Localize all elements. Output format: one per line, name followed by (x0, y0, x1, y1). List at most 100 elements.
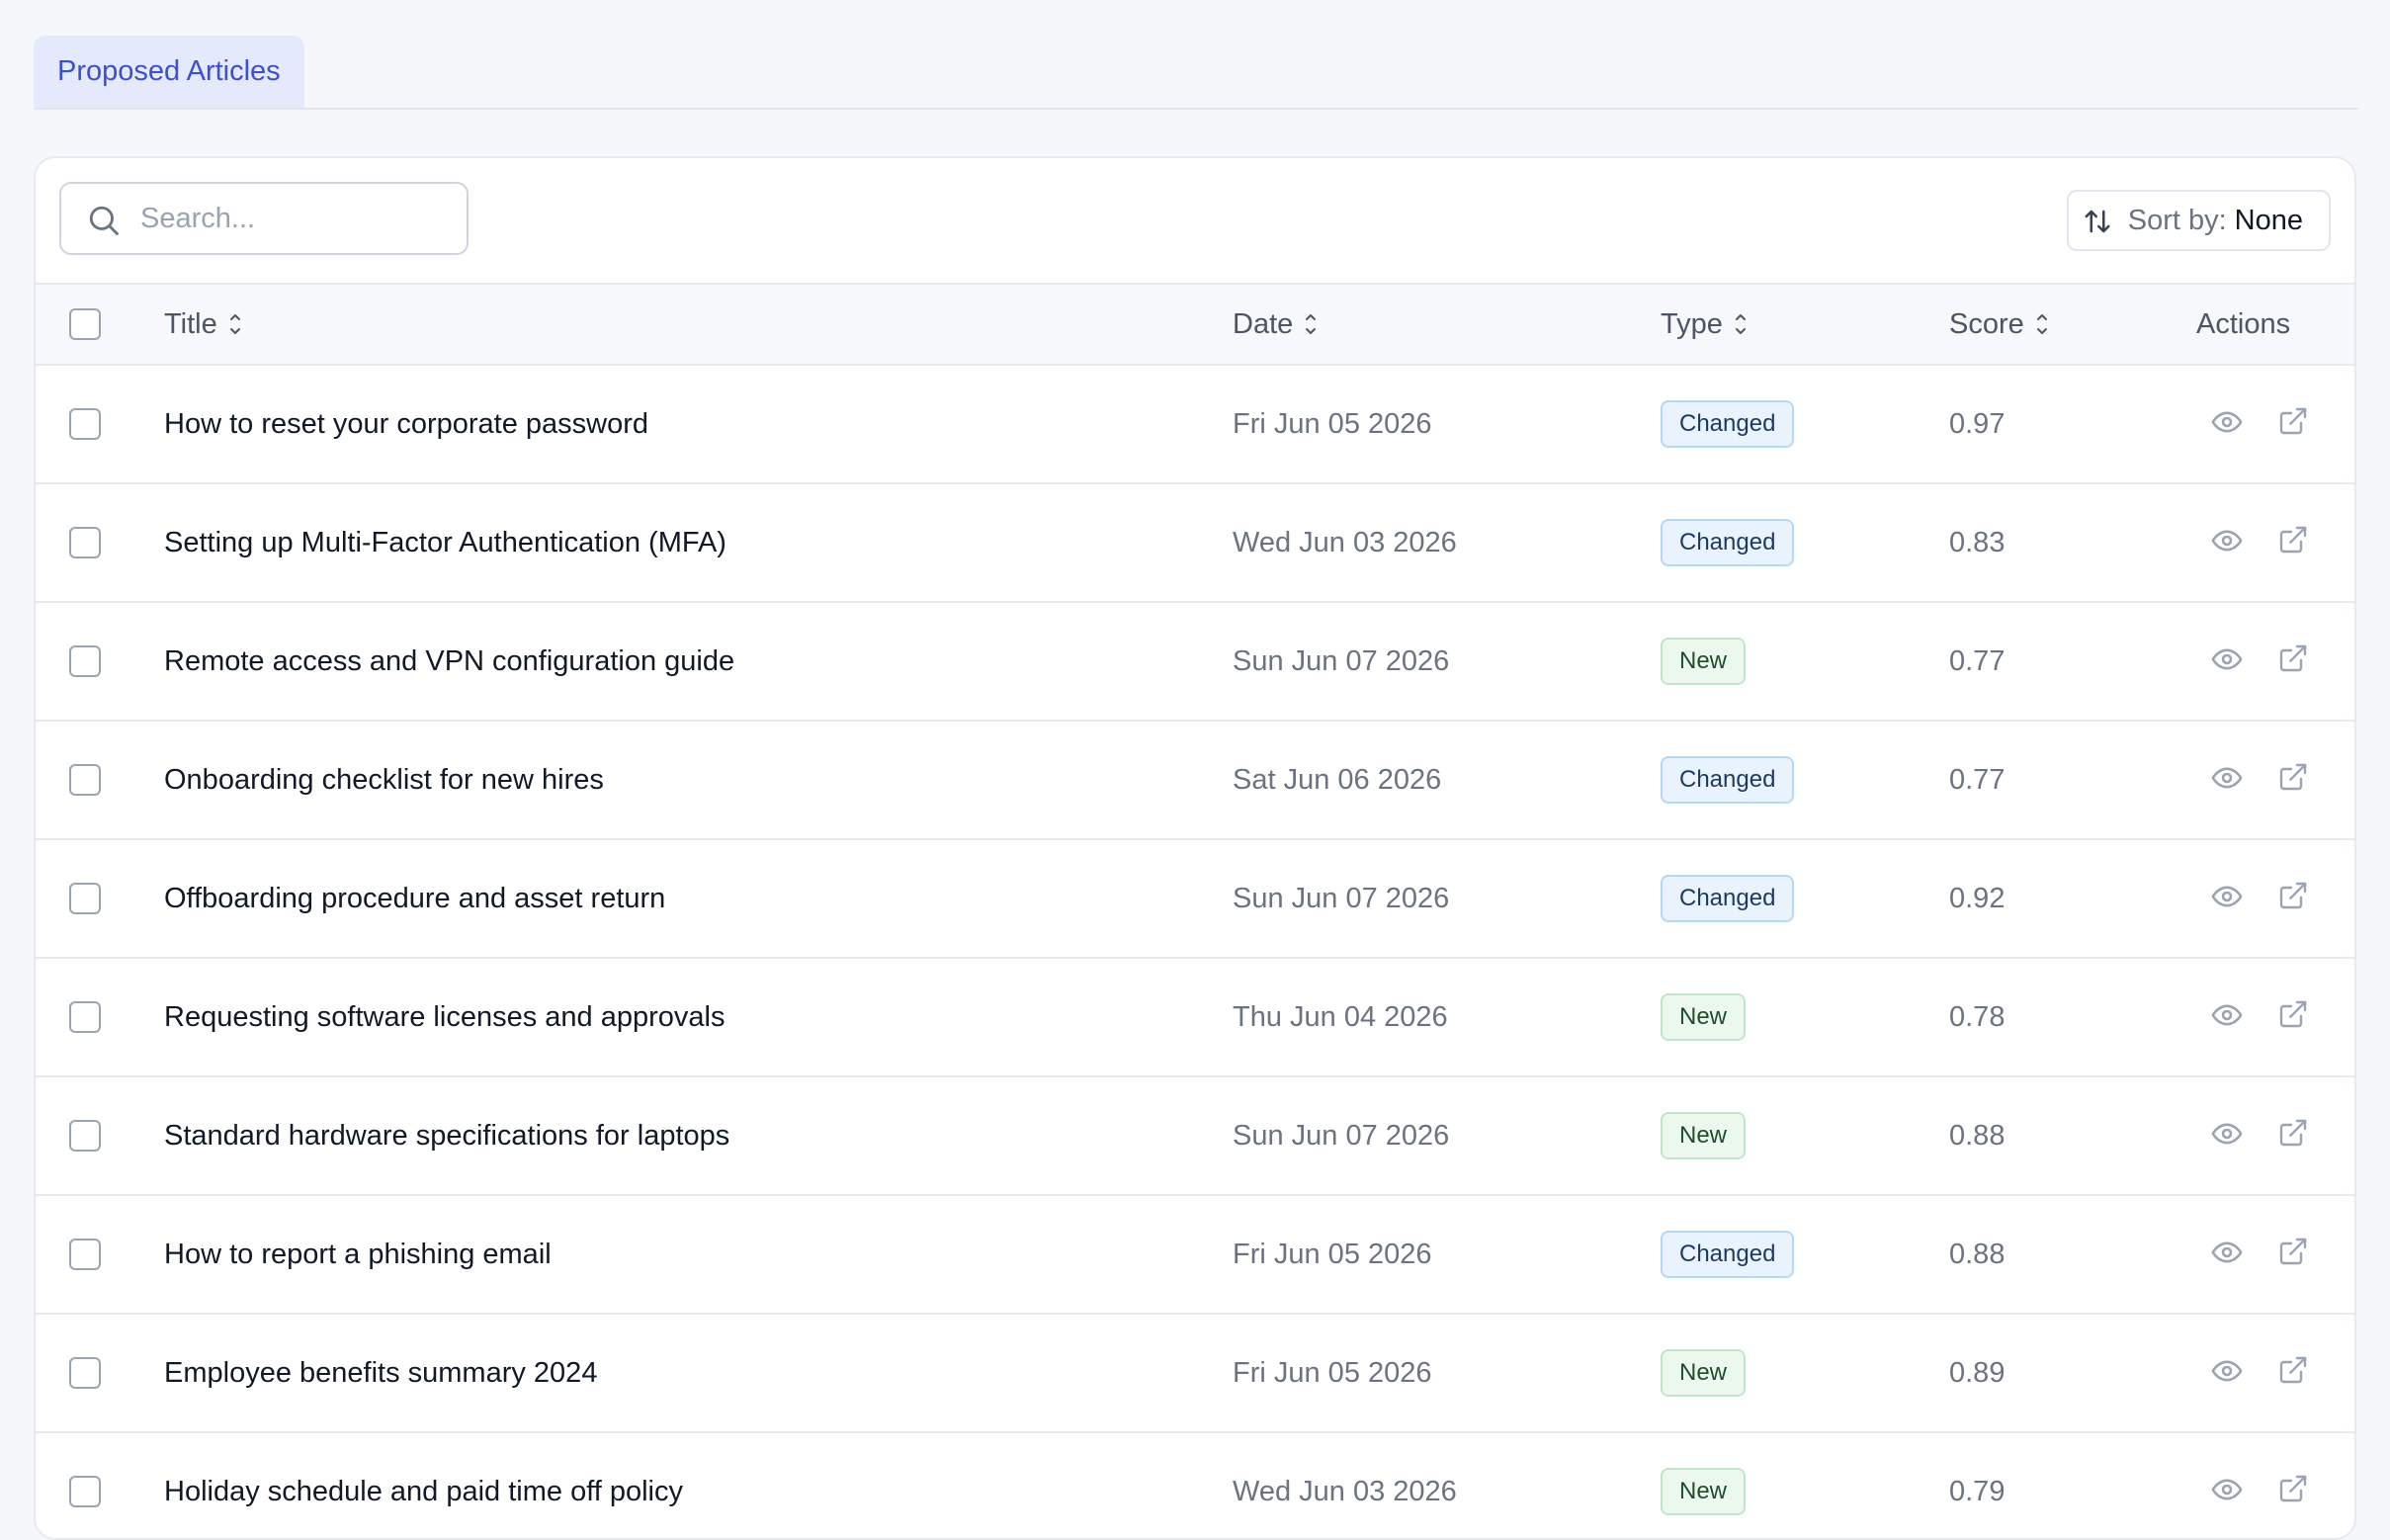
row-checkbox[interactable] (69, 764, 101, 796)
view-button[interactable] (2210, 524, 2244, 565)
article-title[interactable]: Remote access and VPN configuration guid… (164, 603, 734, 720)
article-title[interactable]: Onboarding checklist for new hires (164, 722, 604, 838)
view-button[interactable] (2210, 761, 2244, 803)
column-header-type[interactable]: Type (1661, 285, 1747, 364)
type-badge: New (1661, 993, 1747, 1041)
table-row[interactable]: Offboarding procedure and asset return Su… (36, 840, 2354, 959)
tab-bar: Proposed Articles (34, 0, 2358, 110)
article-title[interactable]: Holiday schedule and paid time off polic… (164, 1433, 683, 1538)
article-title[interactable]: Requesting software licenses and approva… (164, 959, 725, 1075)
eye-icon (2211, 530, 2243, 552)
type-badge: New (1661, 1112, 1747, 1159)
article-score-text: 0.89 (1949, 1356, 2006, 1389)
row-checkbox[interactable] (69, 1001, 101, 1033)
column-header-score[interactable]: Score (1949, 285, 2048, 364)
article-date: Fri Jun 05 2026 (1233, 1196, 1432, 1313)
article-date-text: Sun Jun 07 2026 (1233, 644, 1450, 677)
article-title[interactable]: How to reset your corporate password (164, 366, 648, 482)
table-row[interactable]: Employee benefits summary 2024 Fri Jun 05… (36, 1315, 2354, 1433)
view-button[interactable] (2210, 880, 2244, 921)
table-row[interactable]: Requesting software licenses and approva… (36, 959, 2354, 1077)
article-title[interactable]: Employee benefits summary 2024 (164, 1315, 597, 1431)
search-input[interactable] (138, 201, 439, 236)
article-title-text: Requesting software licenses and approva… (164, 1000, 726, 1033)
article-score-text: 0.97 (1949, 407, 2006, 440)
view-button[interactable] (2210, 405, 2244, 447)
column-header-title[interactable]: Title (164, 285, 241, 364)
view-button[interactable] (2210, 642, 2244, 684)
view-button[interactable] (2210, 1354, 2244, 1396)
open-external-button[interactable] (2277, 761, 2309, 801)
article-date: Thu Jun 04 2026 (1233, 959, 1448, 1075)
open-external-button[interactable] (2277, 642, 2309, 682)
column-header-date[interactable]: Date (1233, 285, 1317, 364)
row-checkbox[interactable] (69, 1239, 101, 1270)
row-checkbox[interactable] (69, 408, 101, 440)
row-checkbox[interactable] (69, 645, 101, 677)
tab-label: Proposed Articles (57, 55, 281, 87)
select-all-checkbox[interactable] (69, 308, 101, 340)
article-title-text: How to report a phishing email (164, 1238, 552, 1270)
article-date-text: Wed Jun 03 2026 (1233, 1475, 1457, 1507)
article-date: Fri Jun 05 2026 (1233, 1315, 1432, 1431)
type-badge: Changed (1661, 1231, 1795, 1278)
article-score: 0.77 (1949, 603, 2005, 720)
table-body: How to reset your corporate password Fri … (36, 366, 2354, 1538)
article-date: Wed Jun 03 2026 (1233, 484, 1457, 601)
external-link-icon (2279, 882, 2307, 909)
table-row[interactable]: Holiday schedule and paid time off polic… (36, 1433, 2354, 1538)
article-score-text: 0.88 (1949, 1119, 2006, 1152)
article-score-text: 0.78 (1949, 1000, 2006, 1033)
article-title-text: Setting up Multi-Factor Authentication (… (164, 526, 726, 558)
article-title[interactable]: Setting up Multi-Factor Authentication (… (164, 484, 726, 601)
article-score: 0.88 (1949, 1196, 2005, 1313)
type-badge: New (1661, 638, 1747, 685)
article-title[interactable]: Standard hardware specifications for lap… (164, 1077, 729, 1194)
article-date: Fri Jun 05 2026 (1233, 366, 1432, 482)
eye-icon (2211, 886, 2243, 907)
article-date-text: Fri Jun 05 2026 (1233, 1356, 1432, 1389)
article-date-text: Sat Jun 06 2026 (1233, 763, 1442, 796)
view-button[interactable] (2210, 1117, 2244, 1158)
table-row[interactable]: How to report a phishing email Fri Jun 05… (36, 1196, 2354, 1315)
article-type: New (1661, 1315, 1747, 1431)
article-title[interactable]: How to report a phishing email (164, 1196, 552, 1313)
row-checkbox[interactable] (69, 1476, 101, 1507)
article-score: 0.78 (1949, 959, 2005, 1075)
row-checkbox[interactable] (69, 527, 101, 558)
column-header-type-label: Type (1661, 307, 1723, 340)
view-button[interactable] (2210, 1473, 2244, 1514)
table-row[interactable]: Standard hardware specifications for lap… (36, 1077, 2354, 1196)
open-external-button[interactable] (2277, 1473, 2309, 1512)
article-score: 0.89 (1949, 1315, 2005, 1431)
external-link-icon (2279, 1238, 2307, 1265)
open-external-button[interactable] (2277, 1117, 2309, 1156)
table-row[interactable]: Setting up Multi-Factor Authentication (… (36, 484, 2354, 603)
eye-icon (2211, 1241, 2243, 1263)
open-external-button[interactable] (2277, 1236, 2309, 1275)
row-checkbox[interactable] (69, 1120, 101, 1152)
sort-button[interactable]: Sort by: None (2066, 190, 2331, 251)
article-title[interactable]: Offboarding procedure and asset return (164, 840, 665, 957)
view-button[interactable] (2210, 998, 2244, 1040)
table-row[interactable]: How to reset your corporate password Fri … (36, 366, 2354, 484)
article-date-text: Wed Jun 03 2026 (1233, 526, 1457, 558)
article-score: 0.77 (1949, 722, 2005, 838)
row-checkbox[interactable] (69, 1357, 101, 1389)
article-title-text: Remote access and VPN configuration guid… (164, 644, 735, 677)
table-row[interactable]: Onboarding checklist for new hires Sat Ju… (36, 722, 2354, 840)
article-date-text: Fri Jun 05 2026 (1233, 407, 1432, 440)
article-date: Sat Jun 06 2026 (1233, 722, 1441, 838)
open-external-button[interactable] (2277, 880, 2309, 919)
search-box[interactable] (59, 182, 469, 255)
table-row[interactable]: Remote access and VPN configuration guid… (36, 603, 2354, 722)
article-type: New (1661, 1077, 1747, 1194)
open-external-button[interactable] (2277, 998, 2309, 1038)
open-external-button[interactable] (2277, 405, 2309, 445)
row-checkbox[interactable] (69, 883, 101, 914)
open-external-button[interactable] (2277, 524, 2309, 563)
view-button[interactable] (2210, 1236, 2244, 1277)
type-badge: Changed (1661, 519, 1795, 566)
tab-proposed-articles[interactable]: Proposed Articles (34, 36, 304, 108)
open-external-button[interactable] (2277, 1354, 2309, 1394)
